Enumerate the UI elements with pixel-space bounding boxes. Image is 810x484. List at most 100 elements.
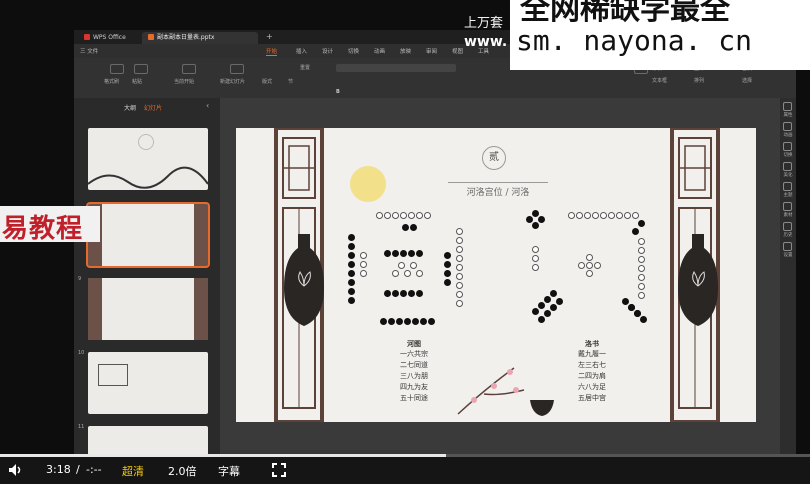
thumb-number: 9 [78, 276, 82, 282]
black-dot [380, 318, 387, 325]
volume-icon[interactable] [8, 463, 24, 477]
menu-insert[interactable]: 插入 [296, 47, 307, 55]
history-icon[interactable] [783, 222, 792, 231]
tab-outline[interactable]: 大纲 [124, 103, 136, 112]
black-dot [444, 279, 451, 286]
material-icon[interactable] [783, 202, 792, 211]
black-dot [622, 298, 629, 305]
slide-thumbnail[interactable] [88, 278, 208, 340]
rightbar-label: 主题 [783, 193, 793, 198]
speed-button[interactable]: 2.0倍 [168, 463, 197, 479]
layout-button[interactable]: 版式 [262, 78, 272, 85]
menu-view[interactable]: 视图 [452, 47, 463, 55]
black-dot [404, 318, 411, 325]
fullscreen-icon[interactable] [272, 463, 286, 477]
play-from-current-icon[interactable] [182, 64, 196, 74]
font-select[interactable] [336, 64, 456, 72]
white-dot [616, 212, 623, 219]
white-dot [424, 212, 431, 219]
select-button[interactable]: 选择 [742, 77, 752, 84]
moon-icon [350, 166, 386, 202]
rightbar-label: 美化 [783, 173, 793, 178]
black-dot [388, 318, 395, 325]
white-dot [416, 212, 423, 219]
black-dot [392, 250, 399, 257]
reset-button[interactable]: 重置 [300, 64, 310, 71]
tab-document[interactable]: 副本副本日量表.pptx [142, 32, 258, 44]
white-dot [532, 255, 539, 262]
menu-slideshow[interactable]: 放映 [400, 47, 411, 55]
black-dot [428, 318, 435, 325]
grid-diagram-thumb [98, 364, 128, 386]
progress-bar[interactable] [0, 454, 810, 457]
menu-home[interactable]: 开始 [266, 47, 278, 56]
white-dot [578, 262, 585, 269]
new-slide-icon[interactable] [230, 64, 244, 74]
properties-icon[interactable] [783, 102, 792, 111]
quality-button[interactable]: 超清 [122, 463, 144, 479]
white-dot [586, 254, 593, 261]
white-dot [456, 246, 463, 253]
format-painter-icon[interactable] [110, 64, 124, 74]
banner-text: 易教程 [2, 214, 84, 244]
menu-design[interactable]: 设计 [322, 47, 333, 55]
black-dot [348, 288, 355, 295]
tab-wps-office[interactable]: WPS Office [78, 32, 138, 44]
slide-thumbnail[interactable] [88, 128, 208, 190]
black-dot [544, 296, 551, 303]
black-dot [348, 252, 355, 259]
plum-blossom-icon [457, 367, 525, 415]
watermark-url: sm. nayona. cn [516, 24, 753, 57]
settings-icon[interactable] [783, 242, 792, 251]
white-dot [456, 237, 463, 244]
black-dot [444, 261, 451, 268]
menu-transition[interactable]: 切换 [348, 47, 359, 55]
animation-icon[interactable] [783, 122, 792, 131]
wps-window: WPS Office 副本副本日量表.pptx + 三 文件 开始 插入 设计 … [74, 30, 796, 464]
arrange-button[interactable]: 排列 [694, 77, 704, 84]
tab-label: WPS Office [93, 34, 126, 41]
progress-fill [0, 454, 446, 457]
time-current: 3:18 [46, 463, 71, 476]
white-dot [360, 252, 367, 259]
menu-file[interactable]: 三 文件 [80, 47, 98, 55]
textbox-button[interactable]: 文本框 [652, 77, 667, 84]
white-dot [456, 228, 463, 235]
subtitle-button[interactable]: 字幕 [218, 463, 240, 479]
section-button[interactable]: 节 [288, 78, 293, 85]
black-dot [638, 220, 645, 227]
white-dot [408, 212, 415, 219]
black-dot [550, 304, 557, 311]
luoshu-line: 二四为肩 [578, 372, 606, 380]
white-dot [638, 256, 645, 263]
black-dot [348, 279, 355, 286]
slide-thumbnail[interactable] [88, 352, 208, 414]
slide-editor: 贰 河洛宫位 / 河洛 河图 一六共宗 二七同道 三八为朋 四九为友 五十同途 … [220, 98, 780, 464]
tab-slides[interactable]: 幻灯片 [144, 103, 162, 112]
black-dot [416, 290, 423, 297]
transition-icon[interactable] [783, 142, 792, 151]
new-tab-icon[interactable]: + [266, 32, 273, 41]
watermark-box: 全网稀缺学最全 sm. nayona. cn [510, 0, 810, 70]
font-style-row[interactable]: B [336, 78, 526, 95]
ribbon-label: 新建幻灯片 [220, 79, 246, 85]
beautify-icon[interactable] [783, 162, 792, 171]
black-dot [408, 250, 415, 257]
black-dot [538, 316, 545, 323]
white-dot [586, 270, 593, 277]
black-dot [632, 228, 639, 235]
collapse-panel-icon[interactable]: ‹ [206, 101, 209, 110]
luoshu-line: 五居中宫 [578, 394, 606, 402]
slide-thumbnail-active[interactable] [86, 202, 210, 268]
ribbon-label: 当前开始 [174, 79, 195, 85]
lattice-thumb [88, 278, 102, 340]
white-dot [624, 212, 631, 219]
white-dot [456, 255, 463, 262]
slide-canvas[interactable]: 贰 河洛宫位 / 河洛 河图 一六共宗 二七同道 三八为朋 四九为友 五十同途 … [236, 128, 756, 422]
paste-icon[interactable] [134, 64, 148, 74]
slide-heading: 河洛宫位 / 河洛 [448, 182, 548, 198]
theme-icon[interactable] [783, 182, 792, 191]
menu-animation[interactable]: 动画 [374, 47, 385, 55]
bold-icon[interactable]: B [336, 89, 340, 95]
menu-review[interactable]: 审阅 [426, 47, 437, 55]
